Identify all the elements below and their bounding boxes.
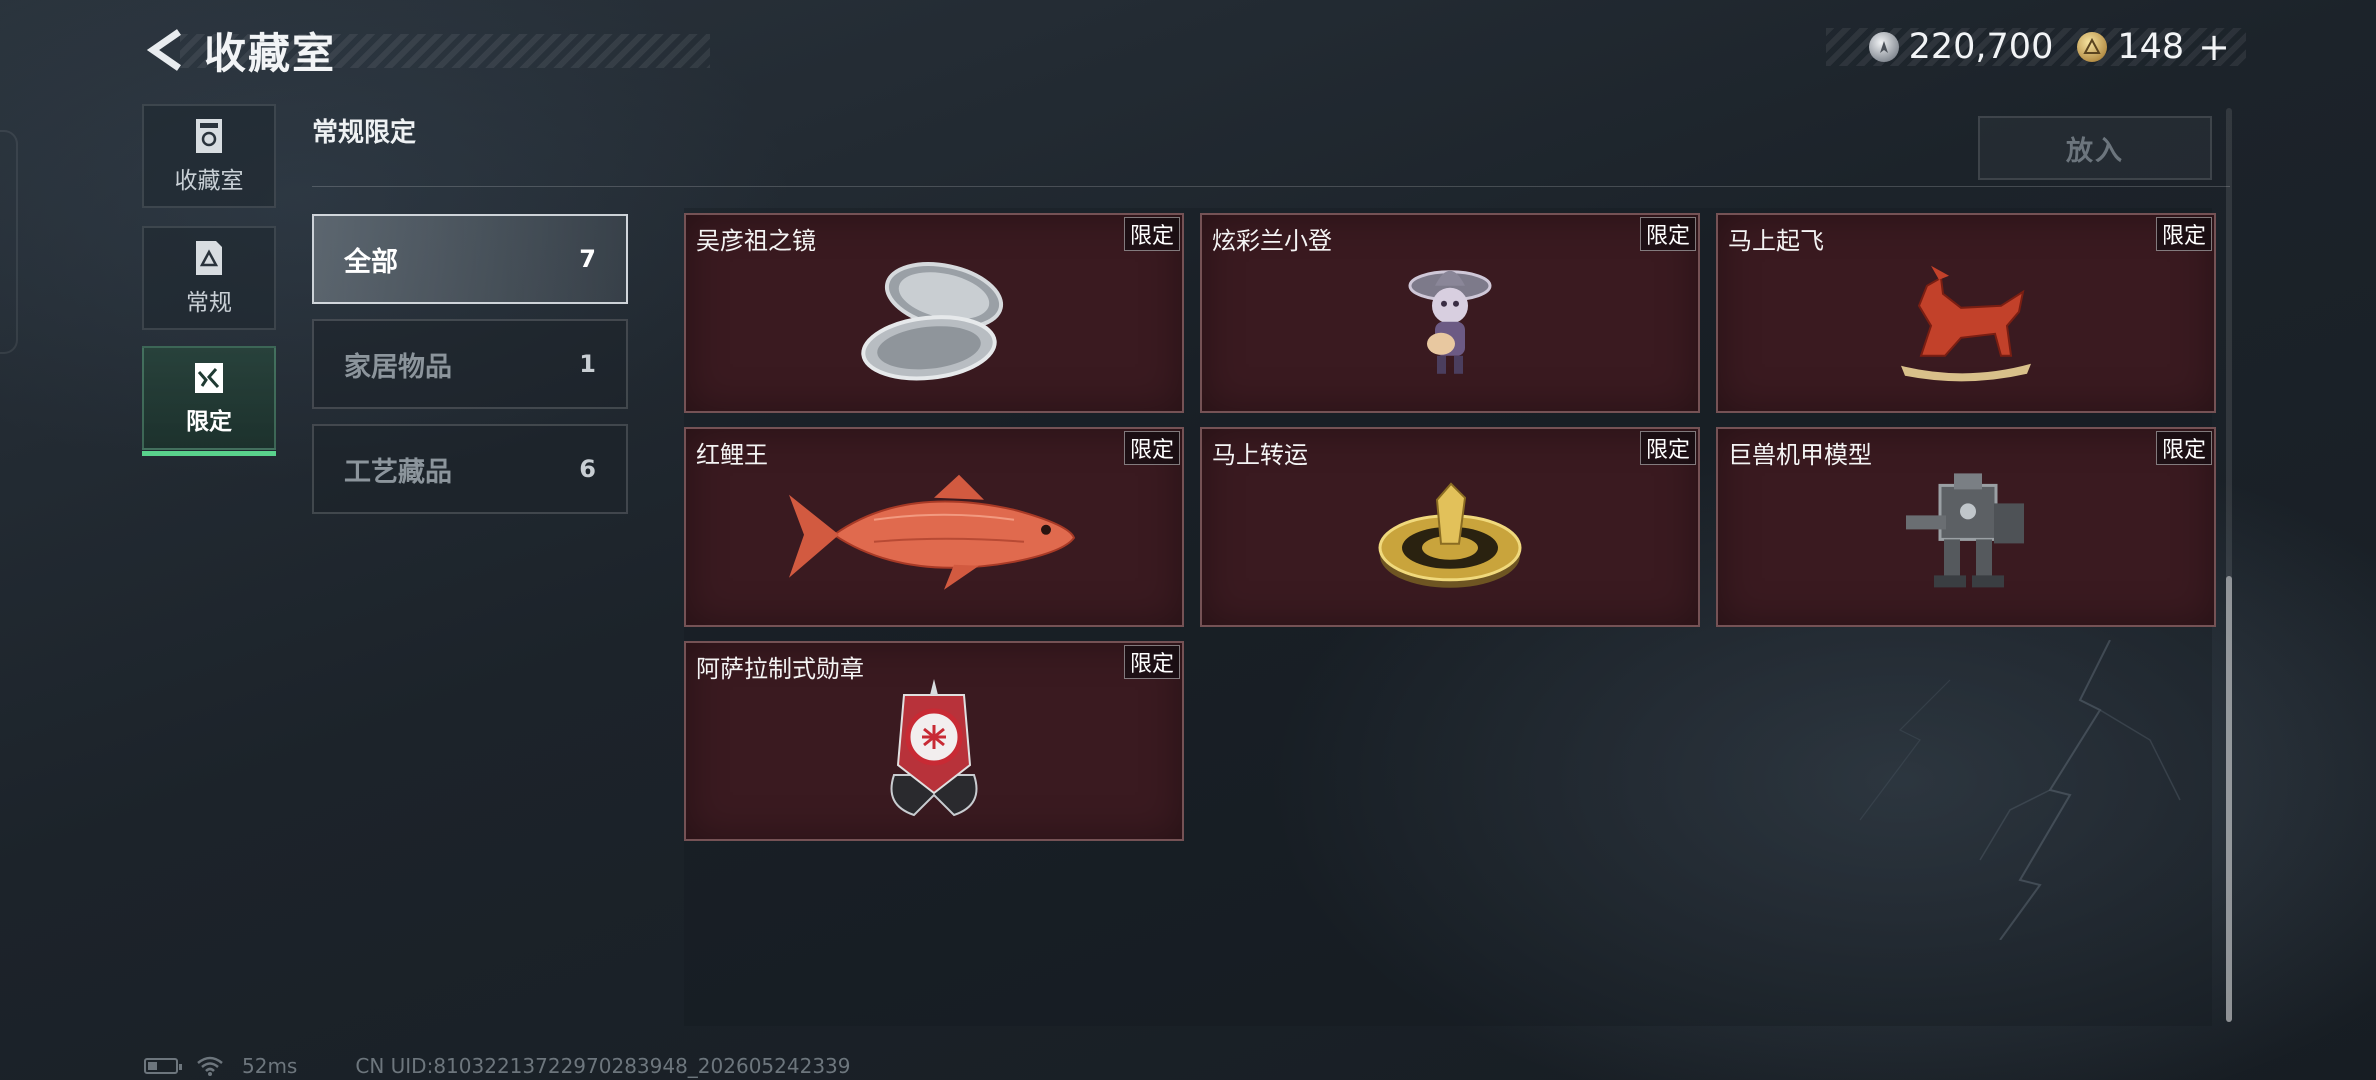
nav-item-limited[interactable]: 限定 — [142, 346, 276, 456]
section-divider — [312, 186, 2230, 187]
collection-card[interactable]: 马上转运 限定 — [1200, 427, 1700, 627]
collection-card[interactable]: 吴彦祖之镜 限定 — [684, 213, 1184, 413]
medal-icon — [890, 679, 978, 817]
horse-statue-icon — [1901, 265, 2031, 382]
category-all[interactable]: 全部 7 — [312, 214, 628, 304]
item-name: 巨兽机甲模型 — [1728, 441, 1872, 469]
item-name: 马上起飞 — [1728, 227, 1824, 255]
category-name: 家居物品 — [344, 351, 452, 383]
side-notch — [0, 130, 18, 354]
category-count: 6 — [579, 455, 596, 483]
back-button[interactable] — [140, 25, 190, 75]
item-name: 吴彦祖之镜 — [696, 227, 816, 255]
page-title: 收藏室 — [204, 28, 337, 78]
status-bar: 52ms CN UID:8103221372297028​3948_202605… — [144, 1054, 851, 1078]
wifi-icon — [197, 1056, 223, 1076]
scrollbar[interactable] — [2226, 108, 2232, 1022]
item-name: 阿萨拉制式勋章 — [696, 655, 864, 683]
back-arrow-icon — [146, 29, 181, 71]
item-name: 马上转运 — [1212, 441, 1308, 469]
silver-coin-icon — [1868, 32, 1899, 62]
mariachi-figure-icon — [1408, 270, 1492, 374]
user-uid: CN UID:8103221372297028​3948_20260524233… — [355, 1054, 851, 1078]
fortune-wheel-icon — [1378, 482, 1522, 588]
collection-grid: 吴彦祖之镜 限定 炫彩兰小登 限定 马上起飞 限定 红鲤王 限定 马上转运 限定… — [684, 208, 2216, 1026]
scroll-thumb[interactable] — [2226, 576, 2232, 1022]
nav-item-collection-room[interactable]: 收藏室 — [142, 104, 276, 208]
limited-badge: 限定 — [1124, 645, 1180, 679]
collection-card[interactable]: 炫彩兰小登 限定 — [1200, 213, 1700, 413]
limited-badge: 限定 — [1640, 217, 1696, 251]
nav-item-label: 常规 — [186, 290, 232, 316]
nav-item-label: 收藏室 — [174, 168, 244, 194]
category-crafts[interactable]: 工艺藏品 6 — [312, 424, 628, 514]
item-name: 红鲤王 — [696, 441, 768, 469]
collection-card[interactable]: 巨兽机甲模型 限定 — [1716, 427, 2216, 627]
document-icon — [196, 241, 222, 275]
category-count: 7 — [579, 245, 596, 273]
put-in-button[interactable]: 放入 — [1978, 116, 2212, 180]
nav-item-label: 限定 — [186, 409, 232, 435]
collection-card[interactable]: 马上起飞 限定 — [1716, 213, 2216, 413]
ping-value: 52ms — [242, 1054, 298, 1078]
gold-coin-icon — [2077, 32, 2108, 62]
item-name: 炫彩兰小登 — [1212, 227, 1332, 255]
limited-badge: 限定 — [2156, 217, 2212, 251]
currency-bar: 220,700 148 + — [1826, 25, 2246, 69]
section-title: 常规限定 — [312, 118, 417, 148]
collection-card[interactable]: 红鲤王 限定 — [684, 427, 1184, 627]
category-name: 全部 — [344, 246, 398, 278]
category-count: 1 — [579, 350, 596, 378]
nav-item-regular[interactable]: 常规 — [142, 226, 276, 330]
header: 收藏室 — [140, 20, 710, 80]
silver-balance: 220,700 — [1908, 27, 2054, 67]
add-currency-button[interactable]: + — [2198, 25, 2230, 69]
compact-mirror-icon — [861, 262, 1004, 381]
mech-model-icon — [1906, 473, 2024, 588]
box-icon — [196, 119, 222, 153]
category-name: 工艺藏品 — [344, 456, 452, 488]
gold-balance: 148 — [2117, 27, 2185, 67]
limited-icon — [195, 363, 223, 393]
limited-badge: 限定 — [1124, 217, 1180, 251]
limited-badge: 限定 — [2156, 431, 2212, 465]
limited-badge: 限定 — [1640, 431, 1696, 465]
collection-card[interactable]: 阿萨拉制式勋章 限定 — [684, 641, 1184, 841]
red-carp-icon — [789, 474, 1076, 590]
battery-icon — [144, 1058, 182, 1074]
limited-badge: 限定 — [1124, 431, 1180, 465]
category-home-items[interactable]: 家居物品 1 — [312, 319, 628, 409]
